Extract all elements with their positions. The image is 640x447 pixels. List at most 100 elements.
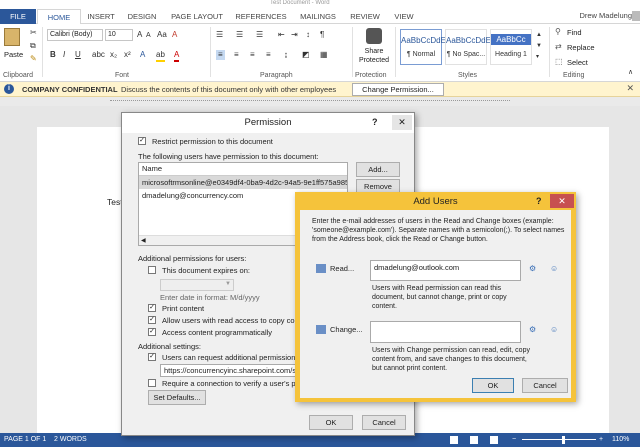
increase-indent-icon[interactable]: ⇥ <box>291 30 298 40</box>
font-size-combo[interactable]: 10 <box>105 29 133 41</box>
word-count[interactable]: 2 WORDS <box>54 433 87 447</box>
tab-file[interactable]: FILE <box>0 9 36 24</box>
superscript-icon[interactable]: x² <box>124 50 131 60</box>
share-protected-button[interactable]: Share Protected <box>356 47 392 65</box>
style-heading-1[interactable]: AaBbCc Heading 1 <box>490 29 532 65</box>
replace-button[interactable]: Replace <box>567 43 595 52</box>
user-name[interactable]: Drew Madelung <box>579 11 632 20</box>
check-names-icon[interactable]: ⚙ <box>529 325 536 334</box>
zoom-thumb[interactable] <box>562 436 565 444</box>
zoom-in-icon[interactable]: + <box>599 433 603 447</box>
numbering-icon[interactable]: ☰ <box>236 30 243 40</box>
style-normal[interactable]: AaBbCcDdE ¶ Normal <box>400 29 446 65</box>
read-button[interactable]: Read... <box>330 264 354 273</box>
zoom-out-icon[interactable]: − <box>512 433 516 447</box>
read-mode-icon[interactable] <box>450 436 458 444</box>
tab-references[interactable]: REFERENCES <box>233 9 289 24</box>
multilevel-icon[interactable]: ☰ <box>256 30 263 40</box>
check-names-icon[interactable]: ⚙ <box>529 264 536 273</box>
change-case-icon[interactable]: Aa <box>157 30 167 40</box>
cancel-button[interactable]: Cancel <box>522 378 568 393</box>
borders-icon[interactable]: ▦ <box>320 50 328 60</box>
font-name-combo[interactable]: Calibri (Body) <box>47 29 103 41</box>
copy-checkbox[interactable]: ✓ <box>148 316 156 324</box>
shading-icon[interactable]: ◩ <box>302 50 310 60</box>
paste-icon[interactable] <box>4 28 20 46</box>
print-checkbox[interactable]: ✓ <box>148 304 156 312</box>
address-book-icon[interactable]: ☺ <box>550 264 558 273</box>
programmatic-checkbox[interactable]: ✓ <box>148 328 156 336</box>
read-input[interactable]: dmadelung@outlook.com <box>370 260 521 281</box>
require-checkbox[interactable] <box>148 379 156 387</box>
change-permission-button[interactable]: Change Permission... <box>352 83 444 96</box>
text-effects-icon[interactable]: A <box>140 50 145 60</box>
address-book-icon[interactable] <box>316 264 326 273</box>
change-input[interactable] <box>370 321 521 343</box>
web-layout-icon[interactable] <box>490 436 498 444</box>
sort-icon[interactable]: ↕ <box>306 30 310 40</box>
select-button[interactable]: Select <box>567 58 588 67</box>
tab-insert[interactable]: INSERT <box>84 9 118 24</box>
italic-icon[interactable]: I <box>63 50 65 60</box>
line-spacing-icon[interactable]: ↨ <box>284 50 288 60</box>
styles-more-icon[interactable]: ▾ <box>536 52 539 62</box>
chevron-down-icon[interactable]: ▼ <box>225 281 231 287</box>
select-icon[interactable]: ⬚ <box>555 57 563 67</box>
expires-checkbox[interactable] <box>148 266 156 274</box>
request-url-input[interactable]: https://concurrencyinc.sharepoint.com/si… <box>160 364 300 377</box>
set-defaults-button[interactable]: Set Defaults... <box>148 390 206 405</box>
shrink-font-icon[interactable]: A <box>146 31 151 41</box>
highlight-icon[interactable]: ab <box>156 50 165 62</box>
styles-scroll-down-icon[interactable]: ▼ <box>536 41 542 51</box>
share-protected-icon[interactable] <box>366 28 382 44</box>
account-icon[interactable] <box>632 11 640 21</box>
font-color-icon[interactable]: A <box>174 50 180 62</box>
address-book-icon[interactable]: ☺ <box>550 325 558 334</box>
underline-icon[interactable]: U <box>75 50 81 60</box>
bullets-icon[interactable]: ☰ <box>216 30 223 40</box>
paste-button[interactable]: Paste <box>4 50 23 59</box>
address-book-icon[interactable] <box>316 325 326 334</box>
restrict-checkbox[interactable]: ✓ <box>138 137 146 145</box>
show-marks-icon[interactable]: ¶ <box>320 30 324 40</box>
tab-review[interactable]: REVIEW <box>347 9 383 24</box>
close-icon[interactable]: ✕ <box>392 115 412 130</box>
tab-home[interactable]: HOME <box>37 9 81 25</box>
tab-mailings[interactable]: MAILINGS <box>294 9 342 24</box>
close-icon[interactable]: ✕ <box>626 83 634 94</box>
print-layout-icon[interactable] <box>470 436 478 444</box>
styles-scroll-up-icon[interactable]: ▲ <box>536 30 542 40</box>
scroll-left-icon[interactable]: ◀ <box>141 237 146 244</box>
ok-button[interactable]: OK <box>309 415 353 430</box>
help-icon[interactable]: ? <box>372 117 378 127</box>
zoom-level[interactable]: 110% <box>612 433 629 447</box>
tab-design[interactable]: DESIGN <box>123 9 161 24</box>
tab-view[interactable]: VIEW <box>390 9 418 24</box>
request-checkbox[interactable]: ✓ <box>148 353 156 361</box>
collapse-ribbon-icon[interactable]: ∧ <box>628 68 633 78</box>
close-icon[interactable]: ✕ <box>550 194 574 208</box>
decrease-indent-icon[interactable]: ⇤ <box>278 30 285 40</box>
tab-page-layout[interactable]: PAGE LAYOUT <box>166 9 228 24</box>
ok-button[interactable]: OK <box>472 378 514 393</box>
strikethrough-icon[interactable]: abc <box>92 50 105 60</box>
find-icon[interactable]: ⚲ <box>555 27 561 37</box>
zoom-slider[interactable] <box>522 439 596 440</box>
subscript-icon[interactable]: x₂ <box>110 50 117 60</box>
add-button[interactable]: Add... <box>356 162 400 177</box>
style-no-spacing[interactable]: AaBbCcDdE ¶ No Spac... <box>445 29 491 65</box>
page-count[interactable]: PAGE 1 OF 1 <box>4 433 46 447</box>
replace-icon[interactable]: ⇄ <box>555 42 562 52</box>
clear-format-icon[interactable]: A <box>172 30 177 40</box>
change-button[interactable]: Change... <box>330 325 363 334</box>
align-right-icon[interactable]: ≡ <box>250 50 255 60</box>
cancel-button[interactable]: Cancel <box>362 415 406 430</box>
copy-icon[interactable]: ⧉ <box>30 41 36 51</box>
justify-icon[interactable]: ≡ <box>266 50 271 60</box>
align-left-icon[interactable]: ≡ <box>216 50 225 60</box>
grow-font-icon[interactable]: A <box>137 30 142 40</box>
bold-icon[interactable]: B <box>50 50 56 60</box>
help-icon[interactable]: ? <box>536 196 542 206</box>
cut-icon[interactable]: ✂ <box>30 28 37 38</box>
expiry-date-input[interactable]: ▼ <box>160 279 234 291</box>
